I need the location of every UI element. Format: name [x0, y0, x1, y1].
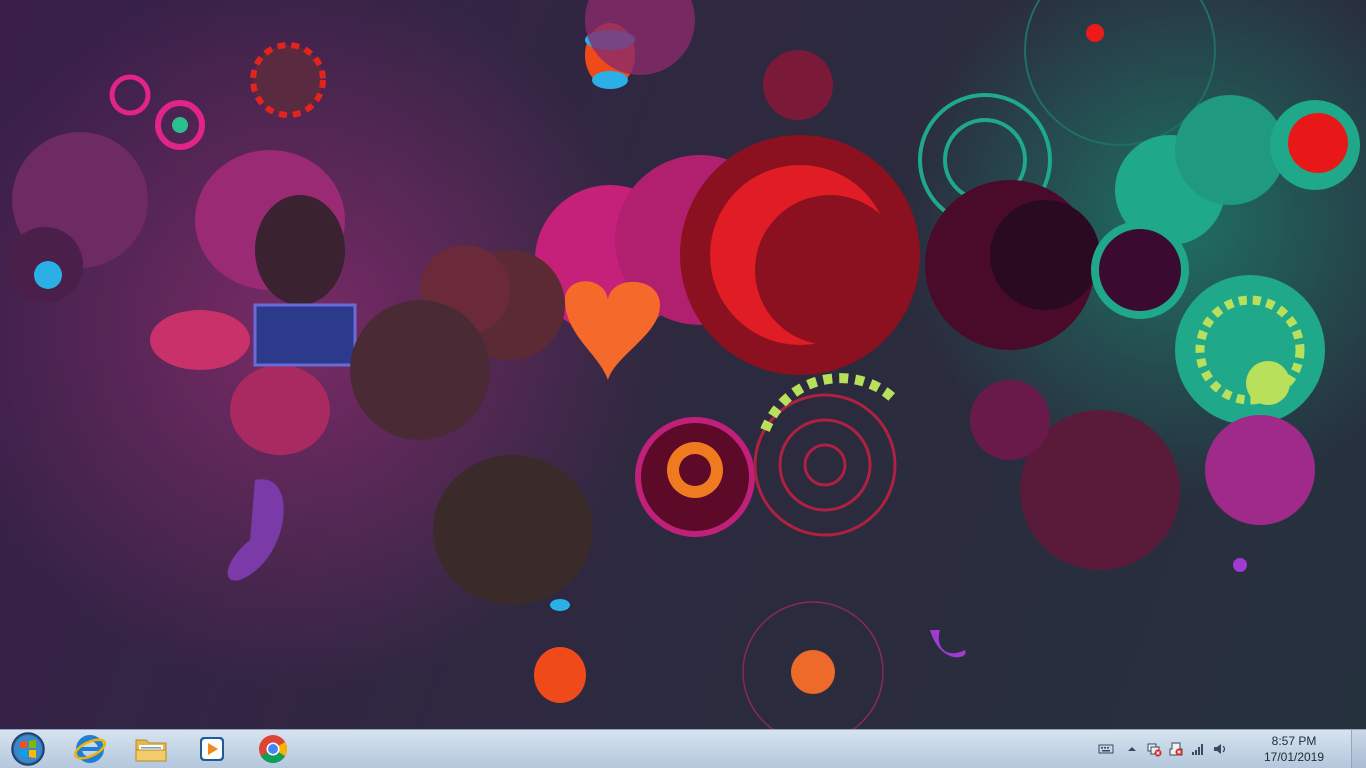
volume-icon[interactable]	[1212, 741, 1228, 757]
wallpaper-art	[7, 0, 1360, 729]
ie-icon	[73, 735, 107, 763]
action-center-icon[interactable]	[1168, 741, 1184, 757]
signal-icon[interactable]	[1190, 741, 1206, 757]
taskbar-item-google-chrome[interactable]	[246, 730, 300, 768]
folder-icon	[135, 739, 167, 762]
blue-window-shape	[253, 303, 357, 367]
start-button[interactable]	[4, 730, 52, 768]
clock[interactable]: 8:57 PM 17/01/2019	[1254, 733, 1334, 765]
red-sun	[250, 42, 326, 118]
desktop-wallpaper	[0, 0, 1366, 729]
taskbar: 8:57 PM 17/01/2019	[0, 729, 1366, 768]
show-desktop-button[interactable]	[1351, 730, 1366, 768]
taskbar-item-windows-explorer[interactable]	[124, 730, 178, 768]
chevron-up-icon[interactable]	[1124, 741, 1140, 757]
clock-time: 8:57 PM	[1271, 734, 1317, 748]
keyboard-icon[interactable]	[1098, 741, 1114, 757]
windows-start-orb-icon	[11, 732, 45, 766]
clock-date: 17/01/2019	[1263, 750, 1325, 764]
orange-heart	[565, 281, 660, 380]
taskbar-item-internet-explorer[interactable]	[63, 730, 117, 768]
chrome-icon	[259, 735, 287, 763]
red-circle	[1288, 113, 1348, 173]
media-player-icon	[200, 737, 224, 761]
taskbar-item-windows-media-player[interactable]	[185, 730, 239, 768]
vase-shape	[534, 647, 586, 703]
orange-planet	[791, 650, 835, 694]
network-error-icon[interactable]	[1146, 741, 1162, 757]
system-tray: 8:57 PM 17/01/2019	[1098, 730, 1348, 768]
